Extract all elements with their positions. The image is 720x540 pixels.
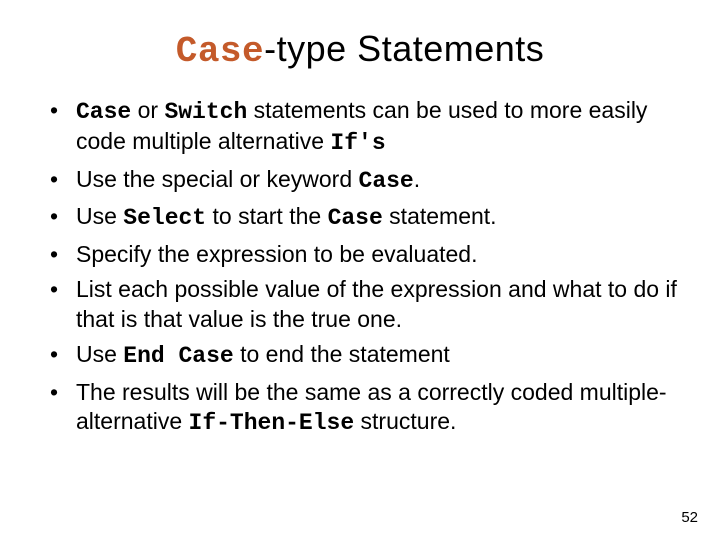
bullet-text: Use the special or keyword bbox=[76, 166, 359, 192]
slide-title: Case-type Statements bbox=[42, 28, 678, 72]
bullet-text: . bbox=[414, 166, 420, 192]
title-rest: -type Statements bbox=[264, 28, 544, 69]
bullet-item: Use Select to start the Case statement. bbox=[46, 202, 678, 233]
code-keyword: If's bbox=[330, 130, 385, 156]
code-keyword: Case bbox=[76, 99, 131, 125]
bullet-item: Specify the expression to be evaluated. bbox=[46, 240, 678, 269]
bullet-text: Specify the expression to be evaluated. bbox=[76, 241, 477, 267]
code-keyword: End Case bbox=[123, 343, 233, 369]
slide: Case-type Statements Case or Switch stat… bbox=[0, 0, 720, 438]
code-keyword: Select bbox=[123, 205, 206, 231]
code-keyword: Switch bbox=[164, 99, 247, 125]
bullet-item: Case or Switch statements can be used to… bbox=[46, 96, 678, 159]
bullet-item: Use the special or keyword Case. bbox=[46, 165, 678, 196]
bullet-text: structure. bbox=[354, 408, 456, 434]
title-code-keyword: Case bbox=[176, 31, 264, 72]
bullet-text: to end the statement bbox=[234, 341, 450, 367]
bullet-text: List each possible value of the expressi… bbox=[76, 276, 677, 331]
code-keyword: If-Then-Else bbox=[189, 410, 355, 436]
bullet-text: statement. bbox=[383, 203, 497, 229]
bullet-item: List each possible value of the expressi… bbox=[46, 275, 678, 334]
page-number: 52 bbox=[681, 509, 698, 526]
bullet-text: to start the bbox=[206, 203, 327, 229]
code-keyword: Case bbox=[359, 168, 414, 194]
bullet-item: Use End Case to end the statement bbox=[46, 340, 678, 371]
code-keyword: Case bbox=[328, 205, 383, 231]
bullet-text: or bbox=[131, 97, 164, 123]
bullet-text: Use bbox=[76, 341, 123, 367]
bullet-list: Case or Switch statements can be used to… bbox=[42, 96, 678, 438]
bullet-item: The results will be the same as a correc… bbox=[46, 378, 678, 439]
bullet-text: Use bbox=[76, 203, 123, 229]
